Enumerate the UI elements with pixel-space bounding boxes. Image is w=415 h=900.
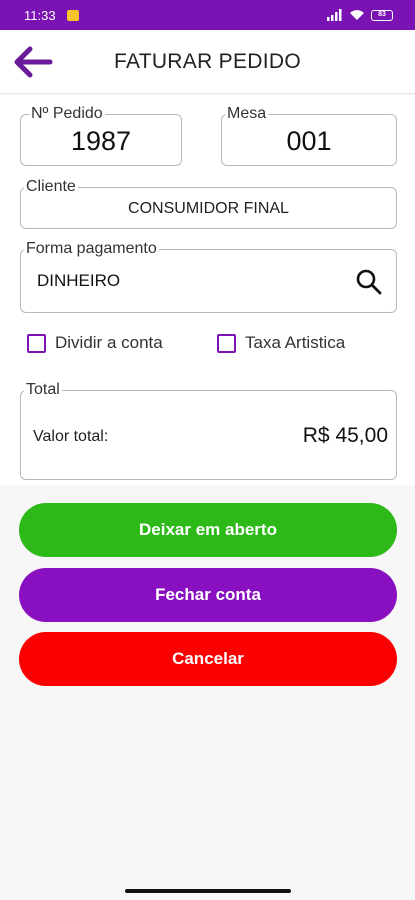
- cancelar-button[interactable]: Cancelar: [19, 632, 397, 686]
- home-indicator[interactable]: [125, 889, 291, 893]
- mesa-value: 001: [286, 126, 332, 156]
- page-title: FATURAR PEDIDO: [114, 50, 301, 73]
- signal-icon: [327, 9, 342, 21]
- pagamento-value: DINHEIRO: [37, 271, 121, 290]
- taxa-artistica-checkbox[interactable]: Taxa Artistica: [217, 333, 345, 353]
- dividir-conta-label: Dividir a conta: [55, 333, 163, 352]
- pagamento-label: Forma pagamento: [24, 240, 159, 258]
- dividir-conta-checkbox[interactable]: Dividir a conta: [27, 333, 163, 353]
- form-area: Nº Pedido 1987 Mesa 001 Cliente CONSUMID…: [0, 95, 415, 485]
- mesa-field: Mesa 001: [221, 105, 397, 166]
- battery-icon: 83: [371, 9, 393, 21]
- pedido-label: Nº Pedido: [29, 105, 105, 123]
- search-icon: [356, 269, 382, 295]
- taxa-artistica-label: Taxa Artistica: [245, 333, 346, 352]
- mesa-label: Mesa: [225, 105, 269, 123]
- wifi-icon: [350, 10, 364, 20]
- pagamento-field[interactable]: Forma pagamento DINHEIRO: [20, 240, 397, 313]
- valor-total-value: R$ 45,00: [302, 424, 388, 447]
- checkbox-box[interactable]: [217, 333, 236, 353]
- total-label: Total: [24, 381, 62, 399]
- cliente-value: CONSUMIDOR FINAL: [128, 200, 289, 217]
- checkbox-box[interactable]: [27, 333, 46, 353]
- pedido-value: 1987: [70, 126, 132, 156]
- total-field: Total Valor total: R$ 45,00: [20, 381, 397, 480]
- valor-total-label: Valor total:: [33, 428, 109, 445]
- status-icons: 83: [327, 9, 393, 21]
- status-time: 11:33: [24, 8, 56, 23]
- deixar-em-aberto-button[interactable]: Deixar em aberto: [19, 503, 397, 557]
- app-header: FATURAR PEDIDO: [0, 30, 415, 94]
- notification-icon: [67, 10, 79, 21]
- status-bar: 11:33 83: [0, 0, 415, 30]
- search-button[interactable]: [354, 267, 384, 297]
- pedido-field: Nº Pedido 1987: [20, 105, 182, 166]
- cliente-field[interactable]: Cliente CONSUMIDOR FINAL: [20, 178, 397, 229]
- fechar-conta-button[interactable]: Fechar conta: [19, 568, 397, 622]
- cliente-label: Cliente: [24, 178, 78, 196]
